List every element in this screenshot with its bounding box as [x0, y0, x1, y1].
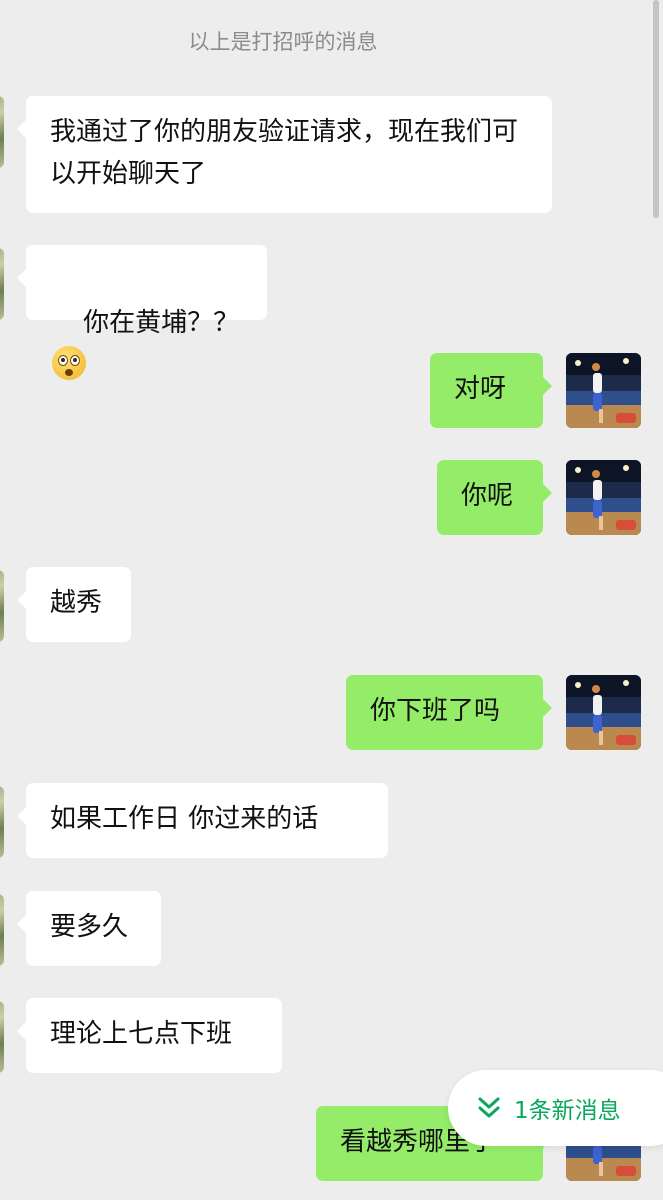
basketball-player-avatar-image	[566, 353, 641, 428]
message-bubble-incoming[interactable]: 理论上七点下班	[17, 998, 282, 1073]
basketball-player-avatar-image	[566, 460, 641, 535]
contact-avatar[interactable]	[0, 248, 4, 320]
system-notice: 以上是打招呼的消息	[188, 30, 378, 54]
message-bubble-incoming[interactable]: 越秀	[17, 567, 131, 642]
contact-avatar[interactable]	[0, 894, 4, 966]
basketball-player-avatar-image	[566, 675, 641, 750]
message-bubble-outgoing[interactable]: 对呀	[430, 353, 552, 428]
message-bubble-incoming[interactable]: 我通过了你的朋友验证请求，现在我们可以开始聊天了	[17, 96, 552, 213]
message-bubble-outgoing[interactable]: 你下班了吗	[346, 675, 552, 750]
contact-avatar[interactable]	[0, 96, 4, 168]
scrollbar-thumb[interactable]	[653, 0, 659, 218]
contact-avatar[interactable]	[0, 570, 4, 642]
new-message-button[interactable]: 1条新消息	[448, 1070, 663, 1146]
double-chevron-down-icon	[478, 1097, 500, 1118]
message-text: 你在黄埔？？	[83, 308, 240, 338]
new-message-label: 1条新消息	[514, 1098, 621, 1124]
message-bubble-outgoing[interactable]: 你呢	[437, 460, 552, 535]
my-avatar[interactable]	[566, 675, 641, 750]
my-avatar[interactable]	[566, 353, 641, 428]
astonished-face-emoji-icon	[52, 346, 86, 380]
message-bubble-incoming[interactable]: 如果工作日 你过来的话	[17, 783, 388, 858]
message-bubble-incoming[interactable]: 你在黄埔？？	[17, 245, 267, 380]
contact-avatar[interactable]	[0, 1001, 4, 1073]
my-avatar[interactable]	[566, 460, 641, 535]
message-bubble-incoming[interactable]: 要多久	[17, 891, 161, 966]
chat-view[interactable]: 以上是打招呼的消息 我通过了你的朋友验证请求，现在我们可以开始聊天了 你在黄埔？…	[0, 0, 663, 1200]
contact-avatar[interactable]	[0, 786, 4, 858]
